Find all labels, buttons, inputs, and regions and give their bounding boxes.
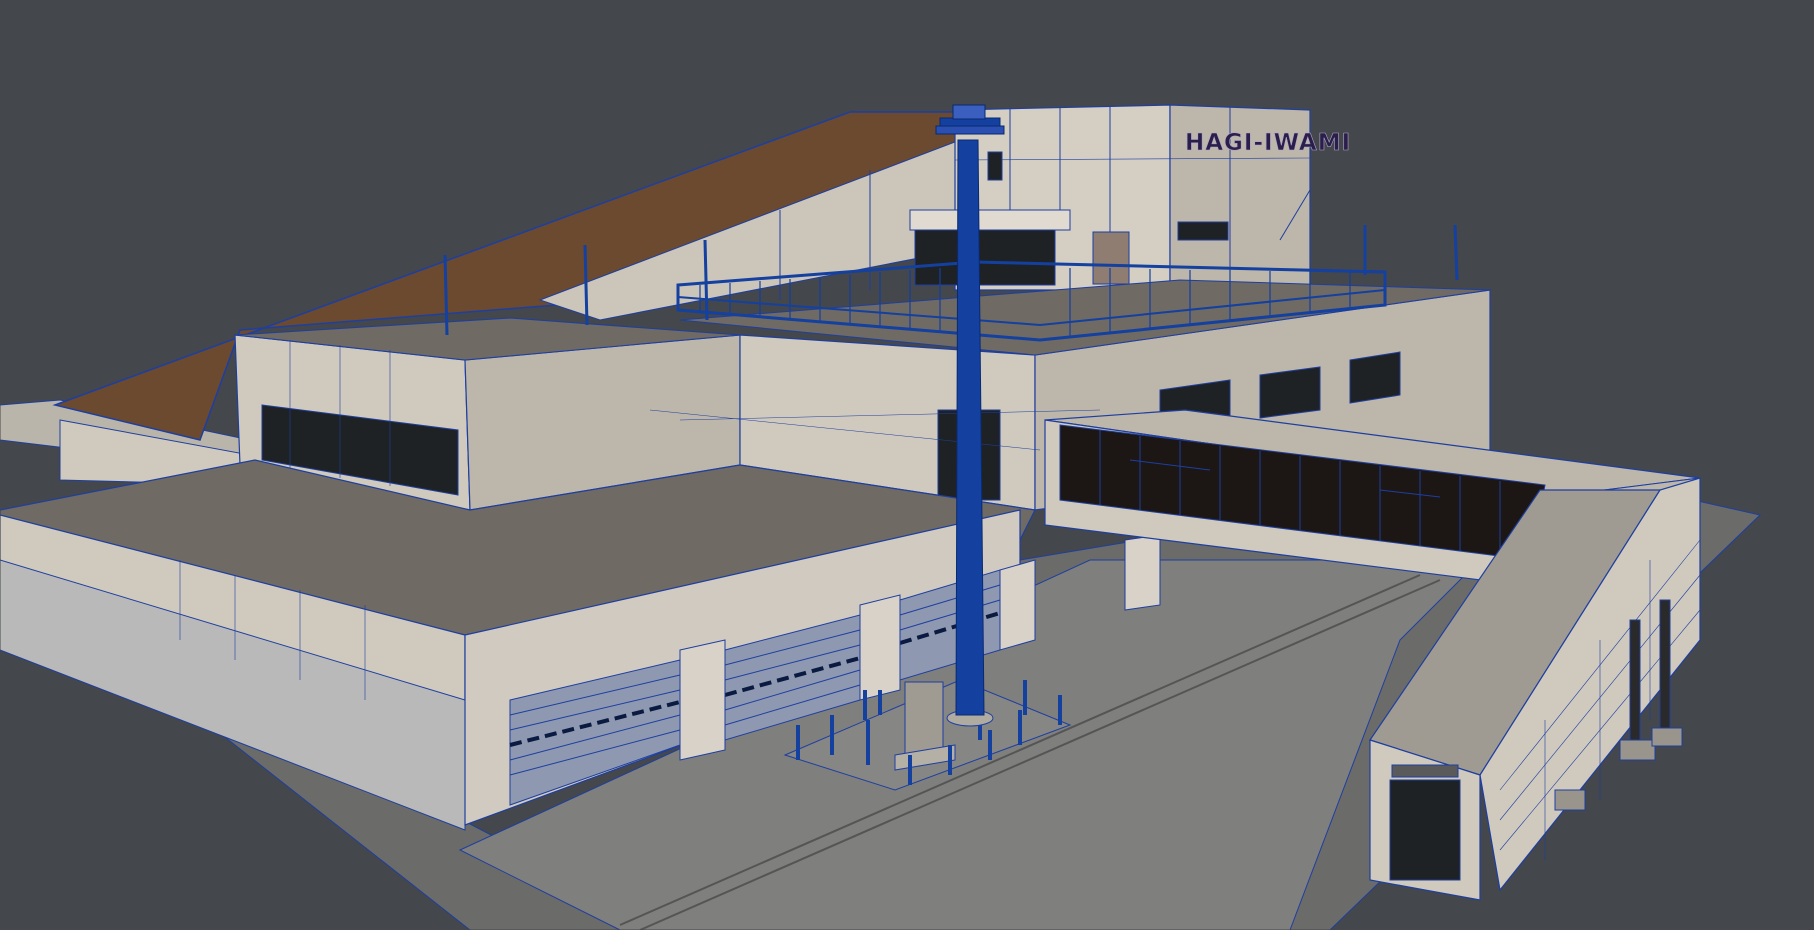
monument-stone <box>904 681 944 758</box>
pole-top-cap <box>952 104 986 120</box>
3d-viewport[interactable]: HAGI-IWAMI <box>0 0 1814 930</box>
station-model-render[interactable]: HAGI-IWAMI <box>0 0 1814 930</box>
building-sign: HAGI-IWAMI <box>1185 130 1351 156</box>
tower-window-sign <box>1177 221 1229 241</box>
stair-entrance-door <box>1389 779 1461 881</box>
